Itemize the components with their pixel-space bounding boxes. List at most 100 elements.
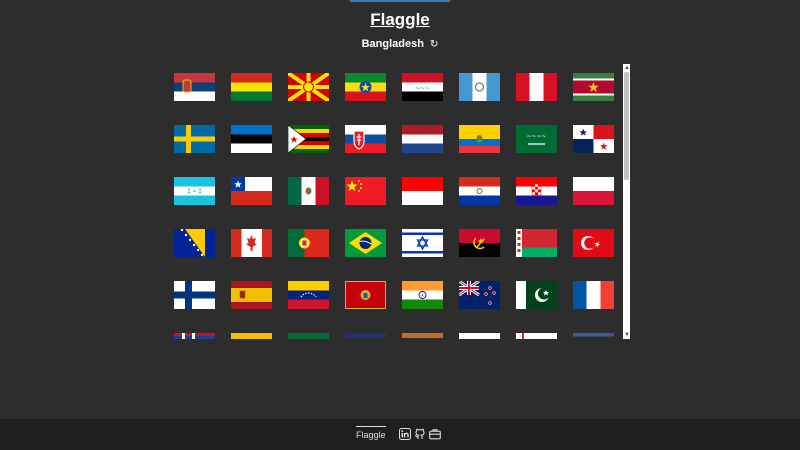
svg-text:~~~: ~~~: [415, 85, 430, 92]
flag-serbia[interactable]: [174, 73, 215, 101]
flag-guatemala[interactable]: [459, 73, 500, 101]
flag-north-macedonia[interactable]: [288, 73, 329, 101]
flag-ethiopia[interactable]: [345, 73, 386, 101]
footer: Flaggle: [0, 419, 800, 450]
flag-estonia[interactable]: [231, 125, 272, 153]
flag-cell: [570, 333, 627, 339]
flag-brazil[interactable]: [345, 229, 386, 257]
flag-finland[interactable]: [174, 281, 215, 309]
flag-partial-flag-1[interactable]: [174, 333, 215, 339]
flag-cell: [399, 125, 456, 177]
flag-cell: [513, 229, 570, 281]
flag-netherlands[interactable]: [402, 125, 443, 153]
flag-cell: [456, 229, 513, 281]
flag-cell: [342, 333, 399, 339]
flag-cell: [228, 125, 285, 177]
flag-panama[interactable]: [573, 125, 614, 153]
flag-canada[interactable]: [231, 229, 272, 257]
refresh-icon[interactable]: ↻: [430, 39, 438, 50]
flag-partial-flag-6[interactable]: [459, 333, 500, 339]
flag-partial-flag-7[interactable]: [516, 333, 557, 339]
flag-cell: [228, 177, 285, 229]
flag-cell: [513, 281, 570, 333]
flag-paraguay[interactable]: [459, 177, 500, 205]
flag-poland[interactable]: [573, 177, 614, 205]
flag-cell: [285, 333, 342, 339]
flag-mexico[interactable]: [288, 177, 329, 205]
flag-cell: [342, 229, 399, 281]
flag-cell: [570, 177, 627, 229]
flag-spain[interactable]: [231, 281, 272, 309]
scroll-up-icon[interactable]: ▲: [624, 65, 630, 71]
flag-croatia[interactable]: [516, 177, 557, 205]
flag-partial-flag-3[interactable]: [288, 333, 329, 339]
flag-china[interactable]: [345, 177, 386, 205]
flag-cell: [285, 229, 342, 281]
scrollbar-thumb[interactable]: [624, 72, 629, 180]
flag-angola[interactable]: [459, 229, 500, 257]
flag-ecuador[interactable]: [459, 125, 500, 153]
linkedin-icon[interactable]: [399, 428, 411, 440]
flag-cell: [342, 281, 399, 333]
flag-cell: [342, 73, 399, 125]
flag-chile[interactable]: [231, 177, 272, 205]
flag-cell: [399, 281, 456, 333]
flag-france[interactable]: [573, 281, 614, 309]
flag-saudi-arabia[interactable]: ~~~~: [516, 125, 557, 153]
flag-suriname[interactable]: [573, 73, 614, 101]
flag-montenegro[interactable]: [345, 281, 386, 309]
briefcase-icon[interactable]: [429, 428, 441, 440]
flag-honduras[interactable]: [174, 177, 215, 205]
flag-indonesia[interactable]: [402, 177, 443, 205]
flag-bosnia-herzegovina[interactable]: [174, 229, 215, 257]
flag-belarus[interactable]: [516, 229, 557, 257]
flag-cell: [570, 73, 627, 125]
flag-cell: [513, 177, 570, 229]
flag-cell: [456, 177, 513, 229]
top-accent-strip: [350, 0, 450, 2]
flag-portugal[interactable]: [288, 229, 329, 257]
flag-list-panel: ~~~ ~~~~: [171, 64, 630, 339]
flag-cell: ~~~~: [513, 125, 570, 177]
flag-cell: [513, 333, 570, 339]
footer-icons: [399, 428, 441, 440]
flag-sweden[interactable]: [174, 125, 215, 153]
flag-cell: [171, 73, 228, 125]
flag-partial-flag-5[interactable]: [402, 333, 443, 339]
flag-cell: [228, 73, 285, 125]
flag-cell: [171, 333, 228, 339]
scroll-down-icon[interactable]: ▼: [624, 332, 630, 338]
flag-cell: [171, 177, 228, 229]
flag-cell: [285, 281, 342, 333]
flag-cell: [228, 333, 285, 339]
flag-cell: [399, 229, 456, 281]
flag-iraq[interactable]: ~~~: [402, 73, 443, 101]
flag-partial-flag-8[interactable]: [573, 333, 614, 339]
flag-pakistan[interactable]: [516, 281, 557, 309]
github-icon[interactable]: [414, 428, 426, 440]
target-country-label: Bangladesh: [361, 38, 424, 50]
flag-cell: [570, 125, 627, 177]
target-country-row: Bangladesh ↻: [0, 38, 800, 50]
flag-turkey[interactable]: [573, 229, 614, 257]
flag-cell: [570, 281, 627, 333]
flag-new-zealand[interactable]: [459, 281, 500, 309]
flag-peru[interactable]: [516, 73, 557, 101]
flag-india[interactable]: [402, 281, 443, 309]
flag-cell: [228, 229, 285, 281]
flag-cell: [171, 125, 228, 177]
flag-cell: [456, 125, 513, 177]
flag-partial-flag-2[interactable]: [231, 333, 272, 339]
scrollbar[interactable]: ▲ ▼: [623, 64, 630, 339]
flag-israel[interactable]: [402, 229, 443, 257]
flag-bolivia[interactable]: [231, 73, 272, 101]
flag-cell: ~~~: [399, 73, 456, 125]
flag-cell: [399, 333, 456, 339]
flag-venezuela[interactable]: [288, 281, 329, 309]
flag-partial-flag-4[interactable]: [345, 333, 386, 339]
page-title: Flaggle: [370, 10, 430, 29]
flag-zimbabwe[interactable]: [288, 125, 329, 153]
flag-slovakia[interactable]: [345, 125, 386, 153]
flag-cell: [399, 177, 456, 229]
flag-cell: [228, 281, 285, 333]
